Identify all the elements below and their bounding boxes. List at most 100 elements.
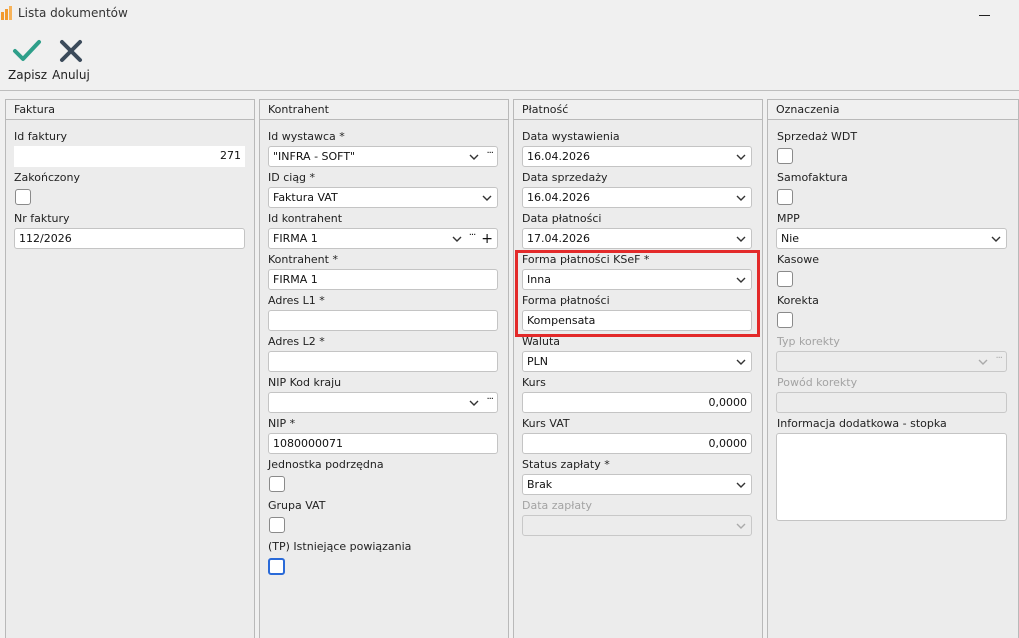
zakonczony-checkbox[interactable] bbox=[15, 189, 31, 205]
status-zaplaty-value: Brak bbox=[527, 478, 553, 491]
mpp-label: MPP bbox=[777, 212, 800, 225]
kasowe-checkbox[interactable] bbox=[777, 271, 793, 287]
informacja-dodatkowa-label: Informacja dodatkowa - stopka bbox=[777, 417, 947, 430]
id-kontrahent-label: Id kontrahent bbox=[268, 212, 343, 225]
adres-l1-input[interactable] bbox=[268, 310, 498, 331]
chevron-down-icon bbox=[736, 523, 746, 529]
save-label: Zapisz bbox=[8, 68, 48, 82]
minimize-button[interactable] bbox=[976, 2, 996, 22]
nr-faktury-label: Nr faktury bbox=[14, 212, 70, 225]
chevron-down-icon bbox=[978, 359, 988, 365]
kasowe-label: Kasowe bbox=[777, 253, 819, 266]
status-zaplaty-label: Status zapłaty * bbox=[522, 458, 610, 471]
kurs-label: Kurs bbox=[522, 376, 546, 389]
sprzedaz-wdt-label: Sprzedaż WDT bbox=[777, 130, 858, 143]
data-sprzedazy-value: 16.04.2026 bbox=[527, 191, 590, 204]
kontrahent-label: Kontrahent * bbox=[268, 253, 338, 266]
korekta-label: Korekta bbox=[777, 294, 819, 307]
id-wystawca-select[interactable]: "INFRA - SOFT" ··· bbox=[268, 146, 498, 167]
id-ciag-label: ID ciąg * bbox=[268, 171, 316, 184]
data-wystawienia-select[interactable]: 16.04.2026 bbox=[522, 146, 752, 167]
id-kontrahent-value: FIRMA 1 bbox=[273, 232, 318, 245]
waluta-value: PLN bbox=[527, 355, 548, 368]
jednostka-podrzedna-checkbox[interactable] bbox=[269, 476, 285, 492]
data-sprzedazy-label: Data sprzedaży bbox=[522, 171, 608, 184]
kurs-vat-label: Kurs VAT bbox=[522, 417, 570, 430]
add-icon[interactable]: + bbox=[481, 232, 493, 246]
sprzedaz-wdt-checkbox[interactable] bbox=[777, 148, 793, 164]
typ-korekty-select: ··· bbox=[776, 351, 1007, 372]
kontrahent-input[interactable]: FIRMA 1 bbox=[268, 269, 498, 290]
app-logo-icon bbox=[1, 6, 12, 20]
window-title: Lista dokumentów bbox=[18, 6, 128, 20]
id-wystawca-value: "INFRA - SOFT" bbox=[273, 150, 356, 163]
kurs-vat-input[interactable]: 0,0000 bbox=[522, 433, 752, 454]
chevron-down-icon[interactable] bbox=[735, 192, 747, 204]
panel-oznaczenia-header: Oznaczenia bbox=[768, 100, 1018, 120]
waluta-select[interactable]: PLN bbox=[522, 351, 752, 372]
toolbar-divider bbox=[0, 90, 1019, 91]
istniejace-powiazania-checkbox[interactable] bbox=[268, 558, 285, 575]
data-platnosci-label: Data płatności bbox=[522, 212, 602, 225]
more-icon[interactable]: ··· bbox=[486, 394, 493, 406]
nip-kod-kraju-label: NIP Kod kraju bbox=[268, 376, 342, 389]
panel-platnosc-header: Płatność bbox=[514, 100, 762, 120]
data-platnosci-select[interactable]: 17.04.2026 bbox=[522, 228, 752, 249]
nr-faktury-input[interactable]: 112/2026 bbox=[14, 228, 245, 249]
nip-kod-kraju-select[interactable]: ··· bbox=[268, 392, 498, 413]
jednostka-podrzedna-label: Jednostka podrzędna bbox=[268, 458, 384, 471]
nip-label: NIP * bbox=[268, 417, 296, 430]
id-wystawca-label: Id wystawca * bbox=[268, 130, 345, 143]
panel-faktura-header: Faktura bbox=[6, 100, 254, 120]
chevron-down-icon[interactable] bbox=[735, 233, 747, 245]
id-faktury-field[interactable]: 271 bbox=[14, 146, 245, 167]
adres-l1-label: Adres L1 * bbox=[268, 294, 325, 307]
id-ciag-select[interactable]: Faktura VAT bbox=[268, 187, 498, 208]
chevron-down-icon[interactable] bbox=[481, 192, 493, 204]
istniejace-powiazania-label: (TP) Istniejące powiązania bbox=[268, 540, 412, 553]
data-wystawienia-value: 16.04.2026 bbox=[527, 150, 590, 163]
data-sprzedazy-select[interactable]: 16.04.2026 bbox=[522, 187, 752, 208]
zakonczony-label: Zakończony bbox=[14, 171, 80, 184]
grupa-vat-checkbox[interactable] bbox=[269, 517, 285, 533]
id-ciag-value: Faktura VAT bbox=[273, 191, 338, 204]
panel-kontrahent-header: Kontrahent bbox=[260, 100, 508, 120]
mpp-value: Nie bbox=[781, 232, 800, 245]
status-zaplaty-select[interactable]: Brak bbox=[522, 474, 752, 495]
chevron-down-icon[interactable] bbox=[735, 356, 747, 368]
adres-l2-input[interactable] bbox=[268, 351, 498, 372]
adres-l2-label: Adres L2 * bbox=[268, 335, 325, 348]
informacja-dodatkowa-textarea[interactable] bbox=[776, 433, 1007, 521]
close-icon bbox=[60, 40, 82, 62]
data-zaplaty-label: Data zapłaty bbox=[522, 499, 592, 512]
chevron-down-icon[interactable] bbox=[468, 397, 480, 409]
cancel-label: Anuluj bbox=[52, 68, 90, 82]
more-icon[interactable]: ··· bbox=[486, 148, 493, 160]
kurs-input[interactable]: 0,0000 bbox=[522, 392, 752, 413]
samofaktura-label: Samofaktura bbox=[777, 171, 848, 184]
powod-korekty-input bbox=[776, 392, 1007, 413]
highlight-box bbox=[515, 250, 760, 337]
chevron-down-icon[interactable] bbox=[735, 479, 747, 491]
chevron-down-icon[interactable] bbox=[468, 151, 480, 163]
data-wystawienia-label: Data wystawienia bbox=[522, 130, 620, 143]
korekta-checkbox[interactable] bbox=[777, 312, 793, 328]
nip-input[interactable]: 1080000071 bbox=[268, 433, 498, 454]
chevron-down-icon[interactable] bbox=[735, 151, 747, 163]
chevron-down-icon[interactable] bbox=[451, 233, 463, 245]
check-icon bbox=[13, 40, 41, 61]
more-icon: ··· bbox=[995, 353, 1002, 364]
save-button[interactable]: Zapisz bbox=[8, 38, 48, 88]
id-faktury-label: Id faktury bbox=[14, 130, 68, 143]
chevron-down-icon[interactable] bbox=[990, 233, 1002, 245]
waluta-label: Waluta bbox=[522, 335, 560, 348]
data-zaplaty-select bbox=[522, 515, 752, 536]
more-icon[interactable]: ··· bbox=[469, 230, 476, 242]
id-kontrahent-select[interactable]: FIRMA 1 ··· + bbox=[268, 228, 498, 249]
cancel-button[interactable]: Anuluj bbox=[51, 38, 91, 88]
mpp-select[interactable]: Nie bbox=[776, 228, 1007, 249]
typ-korekty-label: Typ korekty bbox=[777, 335, 840, 348]
samofaktura-checkbox[interactable] bbox=[777, 189, 793, 205]
title-bar: Lista dokumentów bbox=[0, 0, 1019, 28]
data-platnosci-value: 17.04.2026 bbox=[527, 232, 590, 245]
